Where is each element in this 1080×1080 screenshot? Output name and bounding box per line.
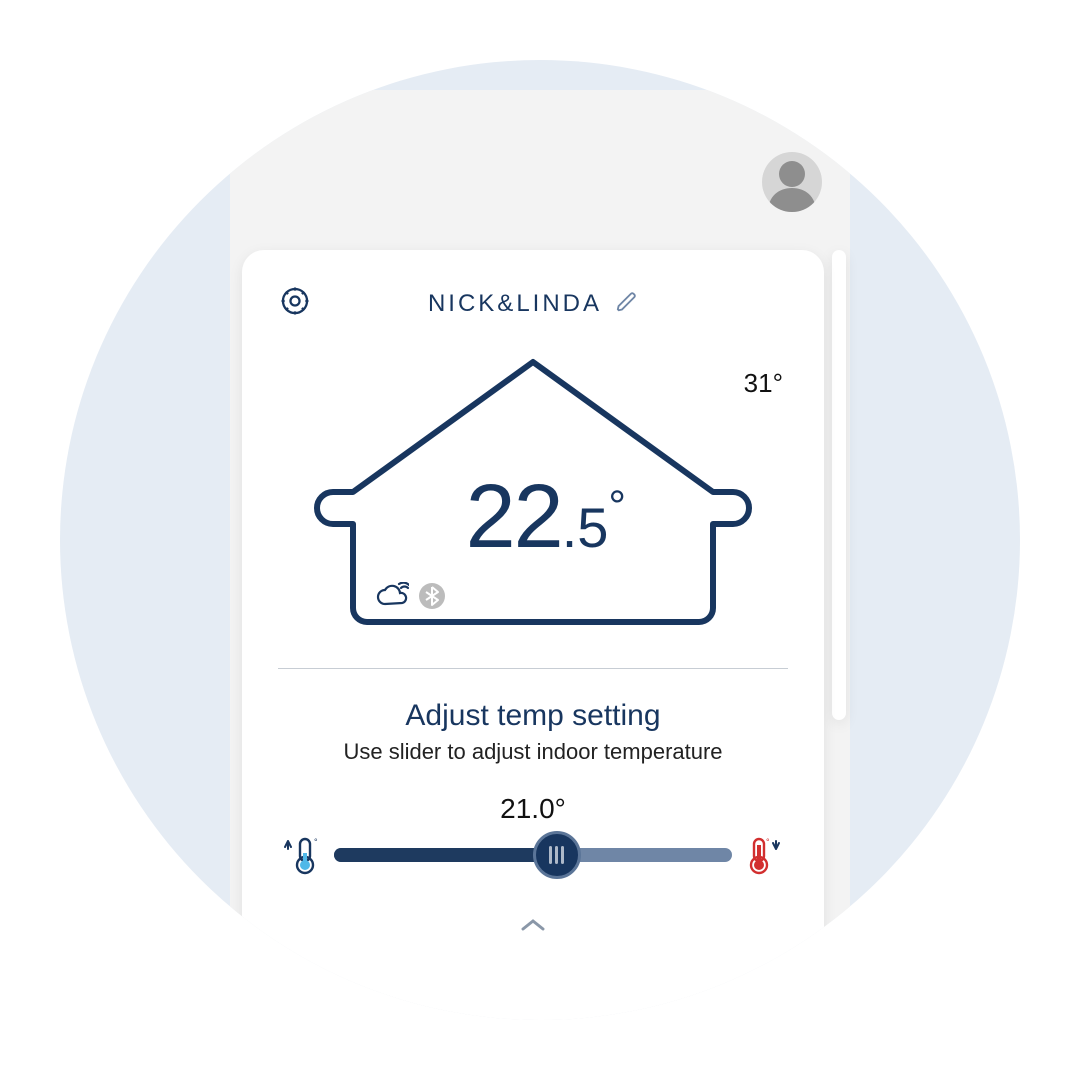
status-bar [794, 92, 816, 107]
indoor-temp-degree: ° [608, 482, 626, 532]
pencil-icon [616, 291, 638, 313]
divider [278, 668, 788, 669]
avatar[interactable] [762, 152, 822, 212]
thermometer-cold-icon: ° [284, 835, 320, 875]
slider-thumb[interactable] [533, 831, 581, 879]
bluetooth-icon [419, 583, 445, 609]
edit-name-button[interactable] [616, 291, 638, 318]
svg-text:°: ° [314, 837, 318, 847]
signal-icon [794, 92, 816, 107]
slider-value: 21.0° [278, 793, 788, 825]
slider-fill [334, 848, 557, 862]
temperature-slider[interactable] [334, 833, 732, 877]
cloud-icon [375, 582, 409, 610]
expand-button[interactable] [278, 917, 788, 938]
person-icon [762, 152, 822, 212]
indoor-temperature: 22.5° [466, 472, 626, 562]
adjust-title: Adjust temp setting [278, 699, 788, 733]
indoor-temp-whole: 22 [466, 467, 562, 567]
settings-button[interactable] [278, 284, 312, 323]
indoor-temp-decimal: .5 [562, 496, 609, 559]
thermostat-card: NICK&LINDA 31° 22.5° [242, 250, 824, 1020]
thermometer-hot-icon: ° [746, 835, 782, 875]
home-name: NICK&LINDA [428, 290, 602, 318]
adjust-subtitle: Use slider to adjust indoor temperature [278, 739, 788, 765]
svg-text:°: ° [766, 837, 770, 847]
chevron-up-icon [520, 917, 546, 933]
gear-icon [278, 284, 312, 318]
next-card-peek[interactable] [832, 250, 846, 720]
